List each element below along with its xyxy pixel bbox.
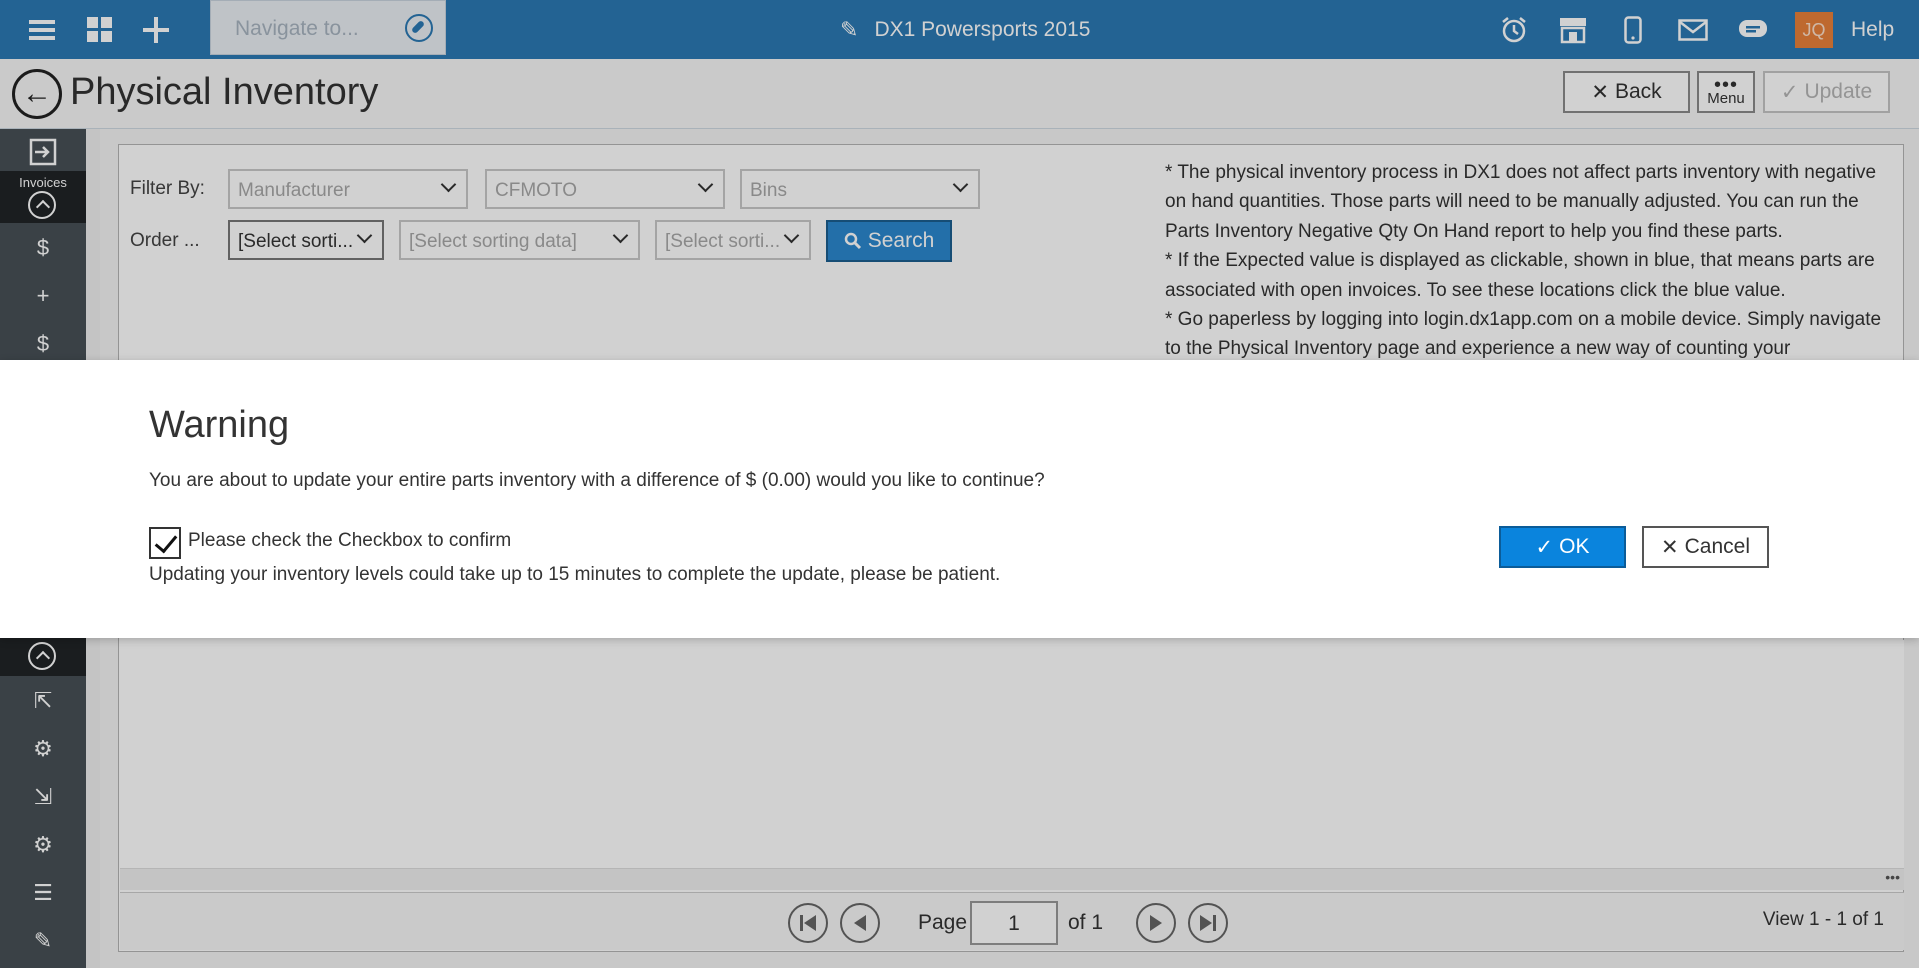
ok-button[interactable]: ✓ OK <box>1499 526 1626 568</box>
confirm-checkbox[interactable] <box>149 527 181 559</box>
cancel-button[interactable]: ✕ Cancel <box>1642 526 1769 568</box>
dialog-note: Updating your inventory levels could tak… <box>149 564 1001 585</box>
ok-button-label: OK <box>1559 535 1590 558</box>
close-icon: ✕ <box>1661 535 1679 559</box>
cancel-button-label: Cancel <box>1684 535 1750 558</box>
dialog-title: Warning <box>149 404 290 446</box>
checkmark-icon: ✓ <box>1535 535 1554 559</box>
confirm-checkbox-label[interactable]: Please check the Checkbox to confirm <box>188 530 511 552</box>
dialog-message: You are about to update your entire part… <box>149 470 1045 491</box>
warning-dialog: Warning You are about to update your ent… <box>0 360 1919 638</box>
